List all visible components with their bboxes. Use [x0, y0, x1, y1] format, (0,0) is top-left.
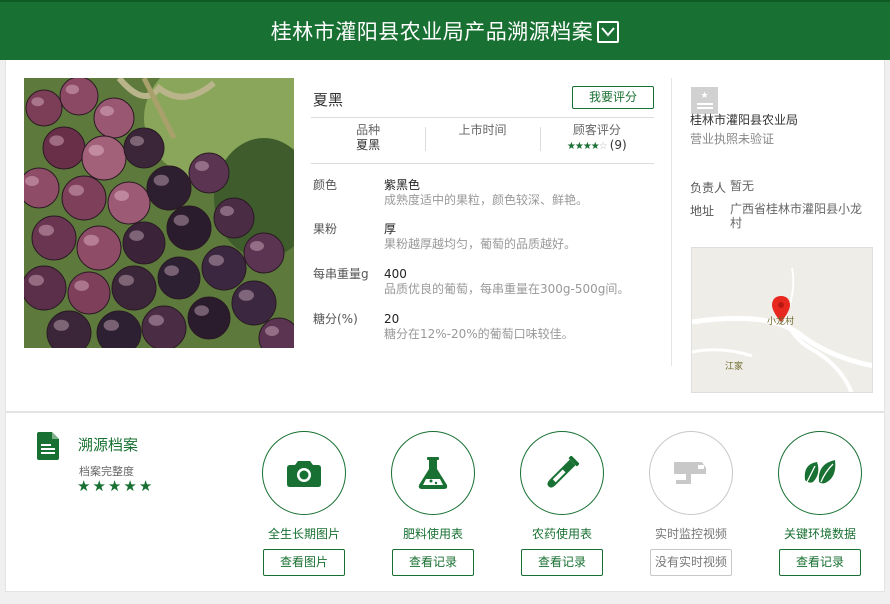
star-empty-icon: ☆: [598, 141, 608, 152]
attr-desc: 品质优良的葡萄，每串重量在300g-500g间。: [384, 282, 630, 296]
org-license-status: 营业执照未验证: [690, 132, 775, 146]
chevron-down-icon[interactable]: [597, 21, 620, 43]
org-field-label: 地址: [690, 204, 715, 218]
map-label: 小龙村: [767, 317, 795, 327]
org-field-value: 暂无: [730, 179, 755, 193]
page-header: 桂林市灌阳县农业局产品溯源档案: [0, 0, 890, 60]
cctv-camera-icon: [674, 462, 706, 484]
attr-desc: 果粉越厚越均匀，葡萄的品质越好。: [384, 237, 577, 251]
stats-row: 品种 夏黑 上市时间 顾客评分 ★★★★☆ (9): [311, 123, 654, 157]
attr-value: 400: [384, 267, 407, 281]
record-environment: 关键环境数据 查看记录: [765, 431, 875, 576]
view-pesticide-button[interactable]: 查看记录: [521, 549, 603, 576]
star-filled-icon: ★: [123, 477, 139, 495]
attr-desc: 糖分在12%-20%的葡萄口味较佳。: [384, 327, 574, 341]
attr-value: 20: [384, 312, 400, 326]
star-filled-icon: ★: [77, 477, 93, 495]
test-tube-icon: [547, 456, 579, 488]
star-filled-icon: ★: [582, 141, 592, 152]
view-photos-button[interactable]: 查看图片: [263, 549, 345, 576]
map-label: 江家: [725, 362, 744, 372]
attr-value: 紫黑色: [384, 178, 421, 192]
flask-icon: [418, 457, 448, 489]
record-icon-circle[interactable]: [262, 431, 346, 515]
stat-variety: 品种 夏黑: [311, 123, 425, 157]
product-card: 夏黑 我要评分 品种 夏黑 上市时间 顾客评分 ★★★★☆(9) 颜色 紫黑色: [5, 60, 885, 412]
view-fertilizer-button[interactable]: 查看记录: [392, 549, 474, 576]
rate-button[interactable]: 我要评分: [572, 86, 654, 109]
record-label: 肥料使用表: [402, 527, 463, 541]
attr-label: 每串重量g: [313, 267, 369, 281]
attr-label: 果粉: [313, 222, 338, 236]
record-label: 实时监控视频: [654, 527, 727, 541]
divider: [671, 78, 672, 366]
trace-title: 溯源档案: [78, 436, 139, 454]
rating-value: ★★★★☆ (9): [540, 138, 654, 154]
record-icon-circle[interactable]: [778, 431, 862, 515]
record-label: 全生长期图片: [267, 527, 340, 541]
record-icon-circle[interactable]: [391, 431, 475, 515]
org-field-label: 负责人: [690, 181, 727, 195]
record-label: 关键环境数据: [783, 527, 856, 541]
product-name: 夏黑: [313, 91, 344, 109]
record-photos: 全生长期图片 查看图片: [249, 431, 359, 576]
completeness-stars: ★★★★★: [77, 477, 154, 495]
stat-rating: 顾客评分 ★★★★☆ (9): [539, 123, 654, 157]
document-icon: [37, 432, 59, 464]
star-filled-icon: ★: [138, 477, 155, 495]
record-icon-circle[interactable]: [520, 431, 604, 515]
divider: [311, 163, 654, 164]
leaf-icon: [804, 460, 836, 484]
page-title: 桂林市灌阳县农业局产品溯源档案: [270, 20, 594, 44]
star-filled-icon: ★: [92, 477, 108, 495]
record-label: 农药使用表: [531, 527, 592, 541]
star-filled-icon: ★: [590, 141, 600, 152]
record-monitoring: 实时监控视频 没有实时视频: [636, 431, 746, 576]
view-environment-button[interactable]: 查看记录: [779, 549, 861, 576]
star-filled-icon: ★: [107, 477, 124, 495]
stat-launch-time: 上市时间: [425, 123, 539, 157]
stat-label: 顾客评分: [572, 123, 621, 137]
trace-card: 溯源档案 档案完整度 ★★★★★ 全生长期图片 查看图片 肥料使用表 查看记录: [5, 412, 885, 592]
org-field-value: 广西省桂林市灌阳县小龙村: [730, 202, 863, 230]
rating-stars: ★★★★☆: [566, 141, 608, 152]
attr-desc: 成熟度适中的果粒，颜色较深、鲜艳。: [384, 193, 589, 207]
star-filled-icon: ★: [574, 141, 584, 152]
stat-label: 品种: [356, 123, 381, 137]
camera-icon: [287, 461, 321, 487]
no-live-video-button: 没有实时视频: [650, 549, 732, 576]
stat-label: 上市时间: [458, 123, 507, 137]
attr-label: 颜色: [313, 178, 338, 192]
org-name: 桂林市灌阳县农业局: [690, 113, 799, 127]
stat-value: 夏黑: [356, 138, 381, 152]
star-filled-icon: ★: [566, 141, 576, 152]
attr-value: 厚: [384, 222, 397, 236]
rating-count: (9): [609, 138, 627, 152]
record-icon-circle: [649, 431, 733, 515]
org-logo-icon: ★: [691, 87, 718, 114]
attr-label: 糖分(%): [313, 312, 358, 326]
record-fertilizer: 肥料使用表 查看记录: [378, 431, 488, 576]
product-photo: [24, 78, 294, 348]
location-map[interactable]: 小龙村 江家: [691, 247, 873, 393]
divider: [311, 117, 654, 118]
record-pesticide: 农药使用表 查看记录: [507, 431, 617, 576]
